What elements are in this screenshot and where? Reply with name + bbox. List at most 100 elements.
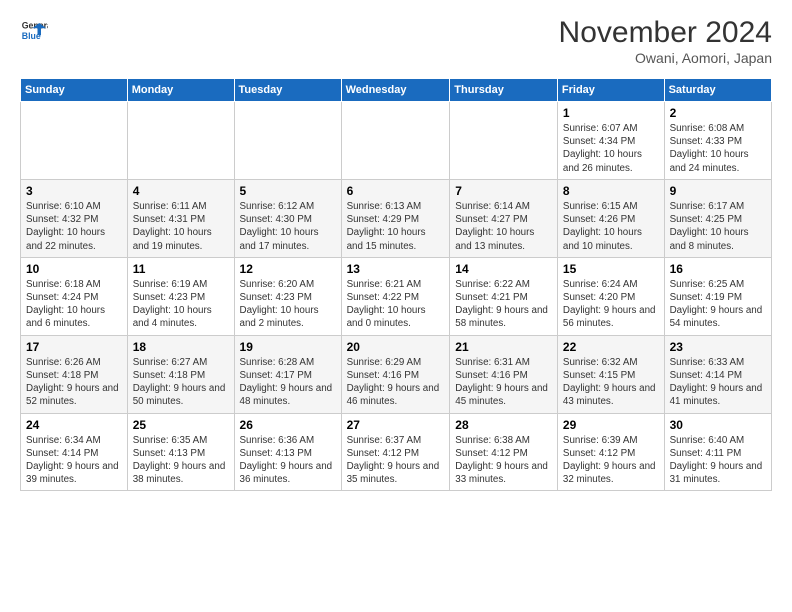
calendar-cell-w4-d2: 26Sunrise: 6:36 AM Sunset: 4:13 PM Dayli… bbox=[234, 413, 341, 491]
day-info: Sunrise: 6:34 AM Sunset: 4:14 PM Dayligh… bbox=[26, 434, 122, 487]
day-info: Sunrise: 6:19 AM Sunset: 4:23 PM Dayligh… bbox=[133, 278, 229, 331]
day-info: Sunrise: 6:11 AM Sunset: 4:31 PM Dayligh… bbox=[133, 200, 229, 253]
calendar-cell-w1-d5: 8Sunrise: 6:15 AM Sunset: 4:26 PM Daylig… bbox=[557, 179, 664, 257]
day-info: Sunrise: 6:37 AM Sunset: 4:12 PM Dayligh… bbox=[347, 434, 445, 487]
day-number: 21 bbox=[455, 340, 552, 354]
day-number: 2 bbox=[670, 106, 766, 120]
title-block: November 2024 Owani, Aomori, Japan bbox=[559, 16, 772, 66]
day-number: 17 bbox=[26, 340, 122, 354]
header: General Blue November 2024 Owani, Aomori… bbox=[20, 16, 772, 66]
calendar-cell-w1-d4: 7 Sunrise: 6:14 AM Sunset: 4:27 PM Daylig… bbox=[450, 179, 558, 257]
day-number: 12 bbox=[240, 262, 336, 276]
calendar-cell-w4-d3: 27Sunrise: 6:37 AM Sunset: 4:12 PM Dayli… bbox=[341, 413, 450, 491]
day-info: Sunrise: 6:21 AM Sunset: 4:22 PM Dayligh… bbox=[347, 278, 445, 331]
calendar-cell-w1-d6: 9 Sunrise: 6:17 AM Sunset: 4:25 PM Daylig… bbox=[664, 179, 771, 257]
day-info: Sunrise: 6:40 AM Sunset: 4:11 PM Dayligh… bbox=[670, 434, 766, 487]
day-info: Sunrise: 6:17 AM Sunset: 4:25 PM Dayligh… bbox=[670, 200, 766, 253]
day-number: 24 bbox=[26, 418, 122, 432]
day-info: Sunrise: 6:26 AM Sunset: 4:18 PM Dayligh… bbox=[26, 356, 122, 409]
calendar-cell-w3-d3: 20 Sunrise: 6:29 AM Sunset: 4:16 PM Dayli… bbox=[341, 335, 450, 413]
day-number: 28 bbox=[455, 418, 552, 432]
page: General Blue November 2024 Owani, Aomori… bbox=[0, 0, 792, 612]
calendar-cell-w1-d0: 3 Sunrise: 6:10 AM Sunset: 4:32 PM Daylig… bbox=[21, 179, 128, 257]
day-number: 19 bbox=[240, 340, 336, 354]
calendar-cell-w1-d2: 5 Sunrise: 6:12 AM Sunset: 4:30 PM Daylig… bbox=[234, 179, 341, 257]
header-saturday: Saturday bbox=[664, 79, 771, 102]
day-info: Sunrise: 6:33 AM Sunset: 4:14 PM Dayligh… bbox=[670, 356, 766, 409]
week-row-2: 10 Sunrise: 6:18 AM Sunset: 4:24 PM Dayli… bbox=[21, 257, 772, 335]
day-info: Sunrise: 6:18 AM Sunset: 4:24 PM Dayligh… bbox=[26, 278, 122, 331]
calendar-cell-w4-d6: 30 Sunrise: 6:40 AM Sunset: 4:11 PM Dayli… bbox=[664, 413, 771, 491]
day-info: Sunrise: 6:38 AM Sunset: 4:12 PM Dayligh… bbox=[455, 434, 552, 487]
calendar-cell-w2-d6: 16 Sunrise: 6:25 AM Sunset: 4:19 PM Dayli… bbox=[664, 257, 771, 335]
calendar-cell-w0-d3 bbox=[341, 102, 450, 180]
day-number: 5 bbox=[240, 184, 336, 198]
day-number: 13 bbox=[347, 262, 445, 276]
logo-icon: General Blue bbox=[20, 16, 48, 44]
header-wednesday: Wednesday bbox=[341, 79, 450, 102]
day-info: Sunrise: 6:27 AM Sunset: 4:18 PM Dayligh… bbox=[133, 356, 229, 409]
day-info: Sunrise: 6:15 AM Sunset: 4:26 PM Dayligh… bbox=[563, 200, 659, 253]
calendar-cell-w4-d5: 29 Sunrise: 6:39 AM Sunset: 4:12 PM Dayli… bbox=[557, 413, 664, 491]
calendar-cell-w0-d0 bbox=[21, 102, 128, 180]
day-info: Sunrise: 6:12 AM Sunset: 4:30 PM Dayligh… bbox=[240, 200, 336, 253]
calendar-cell-w3-d4: 21 Sunrise: 6:31 AM Sunset: 4:16 PM Dayli… bbox=[450, 335, 558, 413]
day-info: Sunrise: 6:08 AM Sunset: 4:33 PM Dayligh… bbox=[670, 122, 766, 175]
day-info: Sunrise: 6:22 AM Sunset: 4:21 PM Dayligh… bbox=[455, 278, 552, 331]
calendar-cell-w4-d4: 28 Sunrise: 6:38 AM Sunset: 4:12 PM Dayli… bbox=[450, 413, 558, 491]
calendar-cell-w3-d2: 19 Sunrise: 6:28 AM Sunset: 4:17 PM Dayli… bbox=[234, 335, 341, 413]
calendar-cell-w2-d5: 15Sunrise: 6:24 AM Sunset: 4:20 PM Dayli… bbox=[557, 257, 664, 335]
calendar-cell-w2-d4: 14 Sunrise: 6:22 AM Sunset: 4:21 PM Dayli… bbox=[450, 257, 558, 335]
day-info: Sunrise: 6:31 AM Sunset: 4:16 PM Dayligh… bbox=[455, 356, 552, 409]
calendar-cell-w2-d0: 10 Sunrise: 6:18 AM Sunset: 4:24 PM Dayli… bbox=[21, 257, 128, 335]
calendar-cell-w2-d1: 11 Sunrise: 6:19 AM Sunset: 4:23 PM Dayli… bbox=[127, 257, 234, 335]
day-info: Sunrise: 6:28 AM Sunset: 4:17 PM Dayligh… bbox=[240, 356, 336, 409]
header-monday: Monday bbox=[127, 79, 234, 102]
day-number: 29 bbox=[563, 418, 659, 432]
calendar-cell-w1-d1: 4 Sunrise: 6:11 AM Sunset: 4:31 PM Daylig… bbox=[127, 179, 234, 257]
calendar: Sunday Monday Tuesday Wednesday Thursday… bbox=[20, 78, 772, 491]
header-sunday: Sunday bbox=[21, 79, 128, 102]
day-number: 30 bbox=[670, 418, 766, 432]
day-number: 10 bbox=[26, 262, 122, 276]
day-number: 26 bbox=[240, 418, 336, 432]
calendar-cell-w3-d6: 23Sunrise: 6:33 AM Sunset: 4:14 PM Dayli… bbox=[664, 335, 771, 413]
day-number: 11 bbox=[133, 262, 229, 276]
week-row-0: 1Sunrise: 6:07 AM Sunset: 4:34 PM Daylig… bbox=[21, 102, 772, 180]
calendar-cell-w0-d5: 1Sunrise: 6:07 AM Sunset: 4:34 PM Daylig… bbox=[557, 102, 664, 180]
calendar-cell-w0-d4 bbox=[450, 102, 558, 180]
weekday-header-row: Sunday Monday Tuesday Wednesday Thursday… bbox=[21, 79, 772, 102]
calendar-cell-w3-d1: 18Sunrise: 6:27 AM Sunset: 4:18 PM Dayli… bbox=[127, 335, 234, 413]
day-info: Sunrise: 6:32 AM Sunset: 4:15 PM Dayligh… bbox=[563, 356, 659, 409]
day-number: 16 bbox=[670, 262, 766, 276]
day-info: Sunrise: 6:39 AM Sunset: 4:12 PM Dayligh… bbox=[563, 434, 659, 487]
calendar-cell-w2-d2: 12Sunrise: 6:20 AM Sunset: 4:23 PM Dayli… bbox=[234, 257, 341, 335]
day-info: Sunrise: 6:29 AM Sunset: 4:16 PM Dayligh… bbox=[347, 356, 445, 409]
week-row-3: 17 Sunrise: 6:26 AM Sunset: 4:18 PM Dayli… bbox=[21, 335, 772, 413]
calendar-cell-w0-d1 bbox=[127, 102, 234, 180]
header-tuesday: Tuesday bbox=[234, 79, 341, 102]
header-thursday: Thursday bbox=[450, 79, 558, 102]
day-number: 25 bbox=[133, 418, 229, 432]
month-title: November 2024 bbox=[559, 16, 772, 50]
svg-text:General: General bbox=[22, 20, 48, 30]
calendar-cell-w0-d6: 2 Sunrise: 6:08 AM Sunset: 4:33 PM Daylig… bbox=[664, 102, 771, 180]
day-number: 3 bbox=[26, 184, 122, 198]
calendar-cell-w4-d0: 24 Sunrise: 6:34 AM Sunset: 4:14 PM Dayli… bbox=[21, 413, 128, 491]
day-number: 4 bbox=[133, 184, 229, 198]
day-number: 15 bbox=[563, 262, 659, 276]
day-number: 20 bbox=[347, 340, 445, 354]
day-info: Sunrise: 6:13 AM Sunset: 4:29 PM Dayligh… bbox=[347, 200, 445, 253]
logo: General Blue bbox=[20, 16, 48, 44]
header-friday: Friday bbox=[557, 79, 664, 102]
calendar-cell-w0-d2 bbox=[234, 102, 341, 180]
week-row-4: 24 Sunrise: 6:34 AM Sunset: 4:14 PM Dayli… bbox=[21, 413, 772, 491]
day-number: 9 bbox=[670, 184, 766, 198]
day-number: 7 bbox=[455, 184, 552, 198]
day-info: Sunrise: 6:10 AM Sunset: 4:32 PM Dayligh… bbox=[26, 200, 122, 253]
calendar-cell-w4-d1: 25Sunrise: 6:35 AM Sunset: 4:13 PM Dayli… bbox=[127, 413, 234, 491]
calendar-cell-w2-d3: 13 Sunrise: 6:21 AM Sunset: 4:22 PM Dayli… bbox=[341, 257, 450, 335]
day-info: Sunrise: 6:25 AM Sunset: 4:19 PM Dayligh… bbox=[670, 278, 766, 331]
day-info: Sunrise: 6:14 AM Sunset: 4:27 PM Dayligh… bbox=[455, 200, 552, 253]
day-number: 14 bbox=[455, 262, 552, 276]
